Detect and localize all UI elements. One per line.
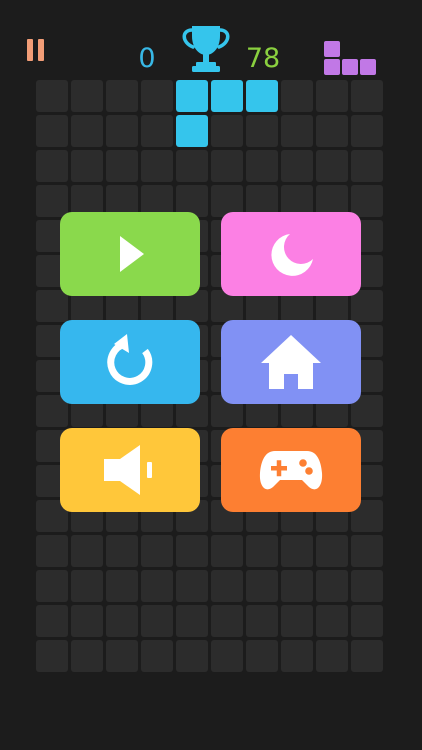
board-cell <box>36 535 68 567</box>
board-cell <box>106 535 138 567</box>
board-cell <box>71 150 103 182</box>
board-cell <box>176 150 208 182</box>
active-piece-cell <box>211 80 243 112</box>
board-cell <box>36 115 68 147</box>
board-cell <box>106 150 138 182</box>
board-cell <box>106 605 138 637</box>
more-games-button[interactable] <box>221 428 361 512</box>
board-cell <box>141 605 173 637</box>
board-cell <box>246 535 278 567</box>
board-cell <box>351 185 383 217</box>
board-cell <box>36 570 68 602</box>
board-cell <box>246 115 278 147</box>
board-cell <box>351 150 383 182</box>
board-cell <box>36 605 68 637</box>
board-cell <box>141 80 173 112</box>
speaker-icon <box>104 445 152 495</box>
board-cell <box>141 150 173 182</box>
home-icon <box>261 335 321 389</box>
board-cell <box>246 150 278 182</box>
board-cell <box>106 570 138 602</box>
board-cell <box>316 80 348 112</box>
best-score: 78 <box>245 43 281 74</box>
board-cell <box>141 115 173 147</box>
board-cell <box>316 115 348 147</box>
board-cell <box>281 570 313 602</box>
board-cell <box>351 570 383 602</box>
board-cell <box>316 640 348 672</box>
play-icon <box>120 236 144 272</box>
next-piece-block <box>324 41 340 57</box>
board-cell <box>281 150 313 182</box>
sound-button[interactable] <box>60 428 200 512</box>
board-cell <box>351 640 383 672</box>
trophy-icon <box>182 26 230 72</box>
board-cell <box>71 535 103 567</box>
board-cell <box>141 535 173 567</box>
board-cell <box>176 570 208 602</box>
board-cell <box>106 80 138 112</box>
board-cell <box>141 640 173 672</box>
restart-button[interactable] <box>60 320 200 404</box>
crescent-moon-icon <box>271 234 313 276</box>
board-cell <box>211 115 243 147</box>
board-cell <box>211 640 243 672</box>
board-cell <box>316 535 348 567</box>
board-cell <box>106 115 138 147</box>
board-cell <box>211 150 243 182</box>
board-cell <box>71 80 103 112</box>
board-cell <box>141 570 173 602</box>
board-cell <box>281 80 313 112</box>
board-cell <box>351 535 383 567</box>
board-cell <box>281 605 313 637</box>
board-cell <box>211 605 243 637</box>
next-piece-block <box>342 59 358 75</box>
board-cell <box>36 185 68 217</box>
board-cell <box>36 150 68 182</box>
board-cell <box>281 535 313 567</box>
board-cell <box>316 150 348 182</box>
board-cell <box>71 640 103 672</box>
night-mode-button[interactable] <box>221 212 361 296</box>
board-cell <box>176 535 208 567</box>
board-cell <box>211 535 243 567</box>
play-button[interactable] <box>60 212 200 296</box>
board-cell <box>36 640 68 672</box>
board-cell <box>246 640 278 672</box>
board-cell <box>246 605 278 637</box>
board-cell <box>36 290 68 322</box>
board-cell <box>281 640 313 672</box>
board-cell <box>246 570 278 602</box>
board-cell <box>176 605 208 637</box>
pause-bar-left <box>27 39 33 61</box>
home-button[interactable] <box>221 320 361 404</box>
gamepad-icon <box>259 451 323 490</box>
board-cell <box>351 290 383 322</box>
next-piece-block <box>324 59 340 75</box>
next-piece-preview <box>324 41 376 75</box>
next-piece-block <box>360 59 376 75</box>
board-cell <box>351 80 383 112</box>
board-cell <box>316 570 348 602</box>
pause-bar-right <box>38 39 44 61</box>
restart-icon <box>107 334 153 385</box>
board-cell <box>176 640 208 672</box>
board-cell <box>71 570 103 602</box>
current-score: 0 <box>138 43 156 74</box>
board-cell <box>211 570 243 602</box>
board-cell <box>281 115 313 147</box>
board-cell <box>36 80 68 112</box>
pause-button[interactable] <box>26 39 46 61</box>
board-cell <box>316 605 348 637</box>
board-cell <box>71 115 103 147</box>
active-piece-cell <box>246 80 278 112</box>
active-piece-cell <box>176 115 208 147</box>
board-cell <box>351 605 383 637</box>
active-piece-cell <box>176 80 208 112</box>
board-cell <box>71 605 103 637</box>
board-cell <box>351 115 383 147</box>
board-cell <box>106 640 138 672</box>
